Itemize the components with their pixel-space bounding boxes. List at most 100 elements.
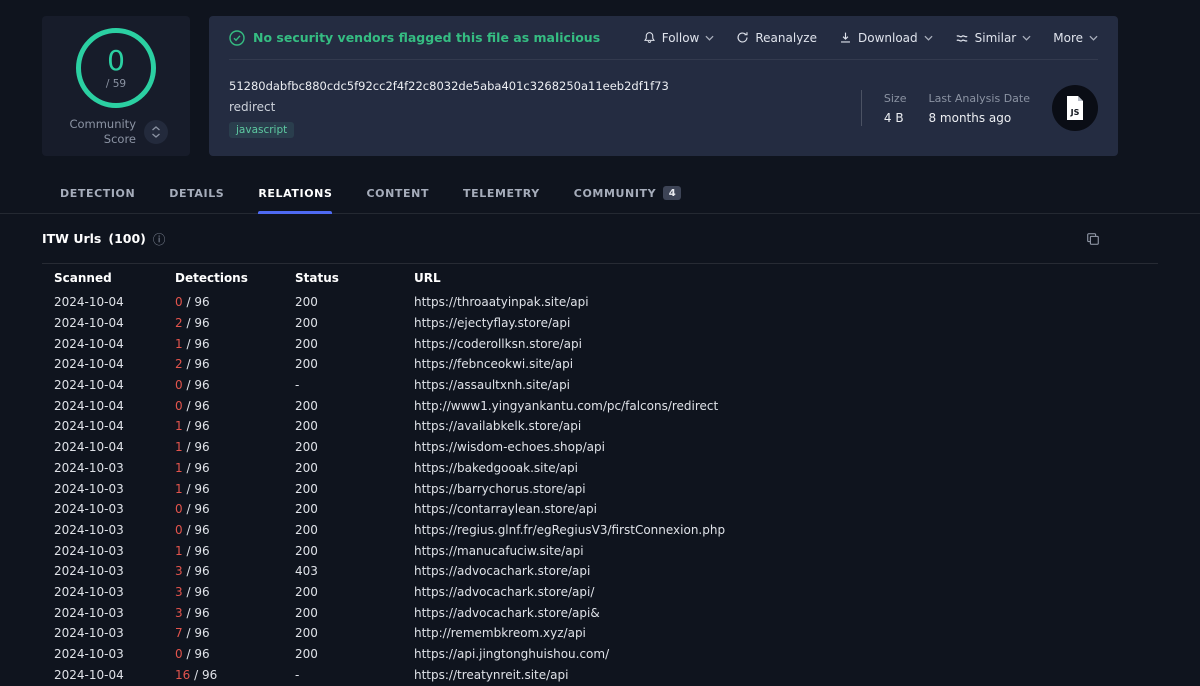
meta-value: 8 months ago [928,110,1012,125]
detections-count: 0 [175,295,183,310]
tag-javascript[interactable]: javascript [229,121,295,138]
status-cell: 200 [295,543,318,558]
table-row: 2024-10-04 2 / 96 200 https://febnceokwi.si… [42,354,1158,375]
url-link[interactable]: https://febnceokwi.site/api [414,357,573,371]
url-cell: https://throaatyinpak.site/api [402,292,1158,313]
scanned-cell: 2024-10-04 [54,316,124,331]
url-link[interactable]: https://api.jingtonghuishou.com/ [414,647,609,661]
download-button[interactable]: Download [839,31,933,45]
url-link[interactable]: https://bakedgooak.site/api [414,461,578,475]
url-link[interactable]: https://manucafuciw.site/api [414,544,584,558]
scanned-cell: 2024-10-04 [54,295,124,310]
detections-cell: 2 / 96 [163,313,283,334]
detections-count: 0 [175,522,183,537]
verdict-text: No security vendors flagged this file as… [253,30,601,45]
url-link[interactable]: https://assaultxnh.site/api [414,378,570,392]
status-cell: 200 [295,605,318,620]
status-cell: - [295,378,300,393]
scanned-cell: 2024-10-03 [54,522,124,537]
tab-label: DETAILS [169,187,225,200]
status-cell: 200 [295,502,318,517]
meta-value: 4 B [883,110,904,125]
table-row: 2024-10-03 3 / 96 403 https://advocachark.s… [42,561,1158,582]
tab-label: CONTENT [366,187,430,200]
url-link[interactable]: http://remembkreom.xyz/api [414,626,586,640]
url-link[interactable]: https://contarraylean.store/api [414,502,597,516]
follow-button[interactable]: Follow [643,31,715,45]
detections-cell: 3 / 96 [163,561,283,582]
copy-button[interactable] [1086,232,1100,246]
detections-count: 3 [175,605,183,620]
info-icon[interactable]: ⓘ [153,229,166,248]
url-link[interactable]: https://availabkelk.store/api [414,419,581,433]
action-label: Follow [661,30,700,45]
detections-total: / 96 [182,460,210,475]
copy-icon [1087,232,1099,245]
community-score-label: Community Score [69,117,136,146]
itw-urls-section-header: ITW Urls (100) ⓘ [42,214,1158,264]
file-card-header: No security vendors flagged this file as… [229,16,1098,60]
status-cell: 200 [295,398,318,413]
score-value: 0 [107,43,125,77]
tab-details[interactable]: DETAILS [169,187,224,213]
status-cell: 403 [295,564,318,579]
detections-cell: 0 / 96 [163,292,283,313]
detections-count: 3 [175,584,183,599]
url-cell: https://manucafuciw.site/api [402,540,1158,561]
url-link[interactable]: https://ejectyflay.store/api [414,316,570,330]
url-cell: https://wisdom-echoes.shop/api [402,437,1158,458]
tab-community[interactable]: COMMUNITY 4 [573,186,682,213]
file-meta: Size 4 B Last Analysis Date 8 months ago JS [841,85,1098,131]
more-button[interactable]: More [1053,31,1098,45]
url-link[interactable]: https://advocachark.store/api/ [414,585,594,599]
table-row: 2024-10-03 3 / 96 200 https://advocachark.s… [42,602,1158,623]
vertical-divider [860,90,862,126]
reanalyze-button[interactable]: Reanalyze [736,31,817,45]
url-link[interactable]: https://throaatyinpak.site/api [414,295,589,309]
url-link[interactable]: https://treatynreit.site/api [414,668,568,682]
vote-widget[interactable] [144,119,168,144]
detections-total: / 96 [182,336,210,351]
status-cell: - [295,667,300,682]
scanned-cell: 2024-10-04 [54,398,124,413]
detections-total: / 96 [182,398,210,413]
detections-cell: 7 / 96 [163,623,283,644]
url-cell: http://remembkreom.xyz/api [402,623,1158,644]
url-link[interactable]: https://advocachark.store/api& [414,606,600,620]
detections-count: 1 [175,460,183,475]
tab-label: COMMUNITY [573,186,657,200]
meta-size: Size 4 B [884,92,907,125]
score-card: 0 / 59 Community Score [42,16,190,156]
url-cell: https://bakedgooak.site/api [402,458,1158,479]
filetype-text: JS [1070,108,1080,117]
detections-total: / 96 [182,357,210,372]
url-link[interactable]: https://regius.glnf.fr/egRegiusV3/firstC… [414,523,725,537]
section-title: ITW Urls (100) ⓘ [42,229,165,248]
url-link[interactable]: https://wisdom-echoes.shop/api [414,440,605,454]
community-count-badge: 4 [663,186,682,200]
scanned-cell: 2024-10-03 [54,647,124,662]
tab-relations[interactable]: RELATIONS [258,187,333,214]
file-tags: javascript [229,121,841,138]
url-link[interactable]: https://advocachark.store/api [414,564,590,578]
url-cell: https://advocachark.store/api [402,561,1158,582]
bell-icon [643,31,656,44]
scanned-cell: 2024-10-03 [54,460,124,475]
tab-content[interactable]: CONTENT [366,187,429,213]
status-cell: 200 [295,626,318,641]
tab-telemetry[interactable]: TELEMETRY [463,187,540,213]
url-link[interactable]: https://barrychorus.store/api [414,482,586,496]
detections-count: 2 [175,357,183,372]
chevron-down-icon [924,35,933,41]
score-denominator: / 59 [105,77,127,90]
detections-cell: 3 / 96 [163,602,283,623]
itw-table-body: 2024-10-04 0 / 96 200 https://throaatyinpak… [42,292,1158,685]
tab-detection[interactable]: DETECTION [60,187,135,213]
scanned-cell: 2024-10-03 [54,605,124,620]
url-link[interactable]: http://www1.yingyankantu.com/pc/falcons/… [414,399,718,413]
table-row: 2024-10-04 0 / 96 200 http://www1.yingyanka… [42,395,1158,416]
meta-label: Last Analysis Date [928,91,1030,105]
similar-button[interactable]: Similar [955,31,1032,45]
status-cell: 200 [295,419,318,434]
url-link[interactable]: https://coderollksn.store/api [414,337,582,351]
